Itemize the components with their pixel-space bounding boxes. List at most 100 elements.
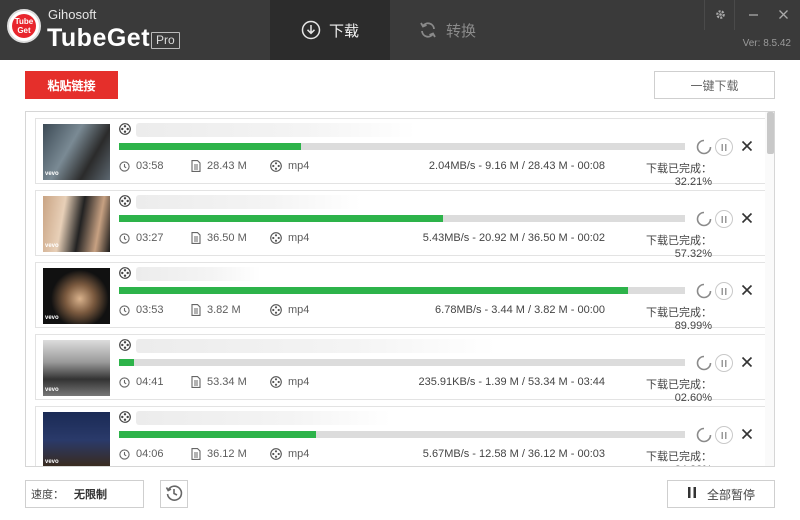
history-button[interactable] [160,480,188,508]
progress-bar [119,215,685,222]
clock-icon [119,304,130,316]
close-window-icon[interactable] [773,4,793,24]
file-icon [191,376,201,388]
download-item[interactable]: vevo 03:27 36.50 M mp4 5.43MB/s - 20.92 … [35,190,766,260]
download-item[interactable]: vevo 03:58 28.43 M mp4 2.04MB/s - 9.16 M… [35,118,766,188]
file-icon [191,448,201,460]
loading-spinner-icon [696,139,712,155]
remove-item-close-icon[interactable] [740,427,754,441]
pause-all-label: 全部暂停 [706,487,755,502]
brand-vendor: Gihosoft [48,7,97,22]
convert-icon [418,20,438,40]
version-label: Ver: 8.5.42 [742,38,791,49]
tab-convert[interactable]: 转换 [392,0,502,60]
clock-icon [119,160,130,172]
video-thumbnail: vevo [43,196,110,252]
duration: 04:41 [119,376,164,388]
clock-icon [119,232,130,244]
film-reel-icon [270,232,282,244]
progress-fill [119,287,629,294]
brand-name: TubeGet [47,24,151,52]
file-icon [191,304,201,316]
video-thumbnail: vevo [43,268,110,324]
file-format: mp4 [270,232,309,244]
history-clock-icon [165,484,183,505]
download-item[interactable]: vevo 04:06 36.12 M mp4 5.67MB/s - 12.58 … [35,406,766,466]
pause-icon [721,215,727,223]
clock-icon [119,448,130,460]
one-key-download-button[interactable]: 一键下载 [654,71,775,99]
video-title-blurred [136,339,496,353]
video-title-blurred [136,267,261,281]
clock-icon [119,376,130,388]
loading-spinner-icon [696,355,712,371]
completion-status: 下载已完成：34.82% [646,451,712,466]
film-reel-icon [119,123,131,135]
pro-badge: Pro [151,32,180,49]
film-reel-icon [119,411,131,423]
pause-icon [721,143,727,151]
video-thumbnail: vevo [43,124,110,180]
download-list: vevo 03:58 28.43 M mp4 2.04MB/s - 9.16 M… [25,111,775,467]
app-logo: Tube Get [7,9,41,43]
completion-status: 下载已完成：89.99% [646,307,712,332]
tab-download[interactable]: 下载 [270,0,390,60]
scrollbar[interactable] [765,112,774,466]
duration: 03:58 [119,160,164,172]
loading-spinner-icon [696,283,712,299]
download-item[interactable]: vevo 04:41 53.34 M mp4 235.91KB/s - 1.39… [35,334,766,404]
video-title-blurred [136,411,391,425]
file-format: mp4 [270,304,309,316]
film-reel-icon [270,304,282,316]
pause-all-button[interactable]: 全部暂停 [667,480,775,508]
download-item[interactable]: vevo 03:53 3.82 M mp4 6.78MB/s - 3.44 M … [35,262,766,332]
paste-link-button[interactable]: 粘贴链接 [25,71,118,99]
film-reel-icon [119,339,131,351]
progress-fill [119,431,317,438]
pause-item-button[interactable] [715,354,733,372]
duration: 03:53 [119,304,164,316]
progress-bar [119,359,685,366]
pause-item-button[interactable] [715,426,733,444]
video-thumbnail: vevo [43,340,110,396]
remove-item-close-icon[interactable] [740,139,754,153]
loading-spinner-icon [696,211,712,227]
pause-item-button[interactable] [715,282,733,300]
remove-item-close-icon[interactable] [740,283,754,297]
file-format: mp4 [270,448,309,460]
file-size: 28.43 M [191,160,247,172]
completion-status: 下载已完成：32.21% [646,163,712,188]
scrollbar-thumb[interactable] [767,112,774,154]
remove-item-close-icon[interactable] [740,211,754,225]
pause-icon [721,431,727,439]
speed-limit-selector[interactable]: 速度： 无限制 [25,480,144,508]
pause-item-button[interactable] [715,210,733,228]
minimize-icon[interactable] [743,4,763,24]
progress-bar [119,287,685,294]
progress-fill [119,359,134,366]
progress-fill [119,143,302,150]
title-bar: Tube Get Gihosoft TubeGet Pro 下载 转换 Ver: … [0,0,800,60]
speed-info: 5.43MB/s - 20.92 M / 36.50 M - 00:02 [422,232,605,244]
settings-gear-icon[interactable] [710,4,730,24]
pause-icon [721,287,727,295]
completion-status: 下载已完成：02.60% [646,379,712,404]
speed-info: 235.91KB/s - 1.39 M / 53.34 M - 03:44 [418,376,606,388]
progress-fill [119,215,444,222]
tab-convert-label: 转换 [445,22,476,40]
speed-info: 5.67MB/s - 12.58 M / 36.12 M - 00:03 [422,448,605,460]
duration: 04:06 [119,448,164,460]
speed-label: 速度： [31,489,64,501]
pause-item-button[interactable] [715,138,733,156]
pause-icon [721,359,727,367]
pause-icon [687,487,697,501]
file-size: 3.82 M [191,304,241,316]
file-icon [191,232,201,244]
file-size: 36.50 M [191,232,247,244]
film-reel-icon [270,160,282,172]
progress-bar [119,431,685,438]
speed-value: 无限制 [74,489,107,501]
remove-item-close-icon[interactable] [740,355,754,369]
speed-info: 6.78MB/s - 3.44 M / 3.82 M - 00:00 [435,304,605,316]
download-circle-icon [301,20,321,40]
